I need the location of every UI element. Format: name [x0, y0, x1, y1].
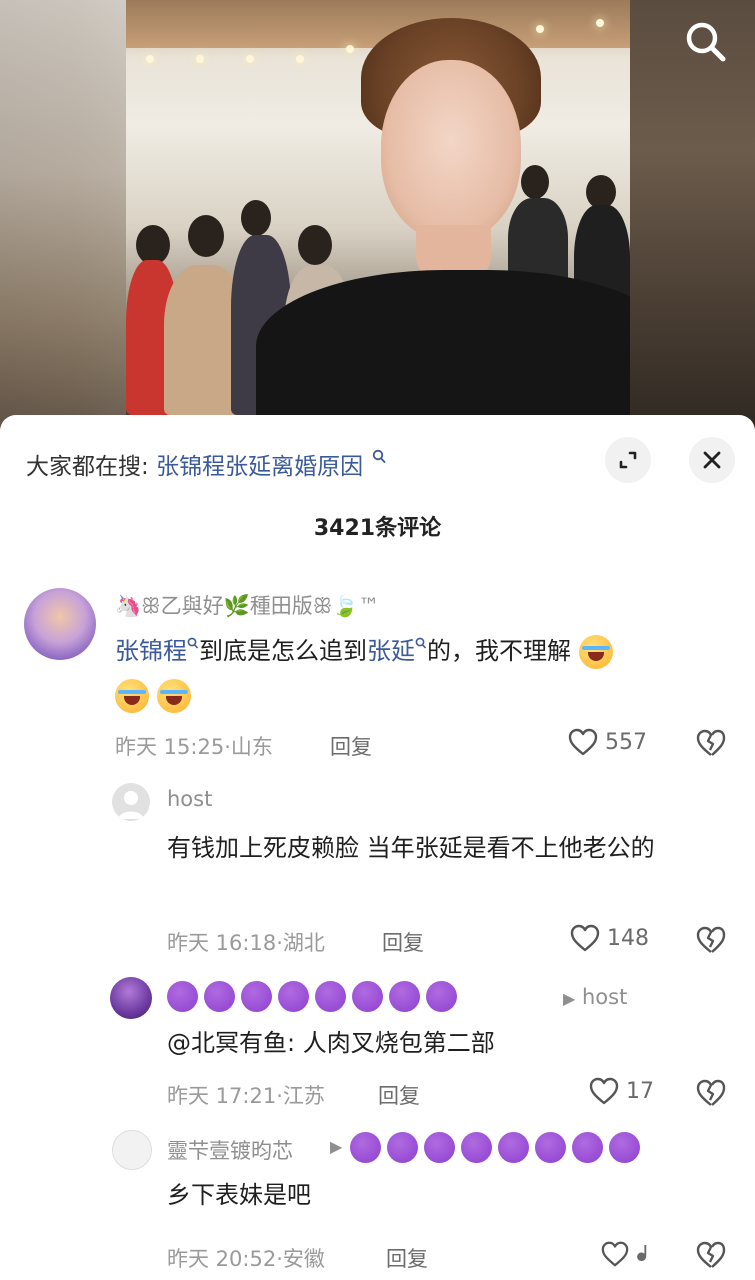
- reply-button[interactable]: 回复: [330, 731, 372, 761]
- reply-arrow-icon: ▶: [330, 1137, 343, 1156]
- search-icon: [373, 449, 386, 463]
- like-count: 557: [605, 729, 647, 755]
- comment-meta: 昨天 15:25·山东: [115, 735, 273, 759]
- heart-icon: [570, 924, 600, 952]
- avatar[interactable]: [112, 1130, 152, 1170]
- heart-icon: [568, 728, 598, 756]
- comment-item: 🦄ꕥ乙與好🌿種田版ꕥ🍃™ 张锦程 到底是怎么追到张延 的，我不理解 昨天 15:25…: [0, 585, 755, 760]
- woman-face: [381, 60, 521, 240]
- comment-text: @北冥有鱼: 人肉叉烧包第二部: [167, 1029, 495, 1057]
- search-suggestion-term[interactable]: 张锦程张延离婚原因: [156, 454, 363, 480]
- close-icon: [703, 451, 721, 469]
- search-button[interactable]: [684, 20, 728, 64]
- broken-heart-icon: [696, 926, 726, 953]
- comment-meta: 昨天 16:18·湖北: [167, 931, 325, 955]
- broken-heart-icon: [696, 1079, 726, 1106]
- avatar[interactable]: [110, 977, 152, 1019]
- video-blur-left: [0, 0, 126, 430]
- comment-item: 靈芐壹镀昀芯 ▶ 乡下表妹是吧 昨天 20:52·安徽 回复 ᖱ: [0, 1127, 755, 1277]
- like-count: 148: [607, 925, 649, 951]
- like-button[interactable]: 557: [567, 727, 647, 757]
- comment-username[interactable]: 靈芐壹镀昀芯: [167, 1135, 293, 1165]
- comment-location: 安徽: [282, 1247, 325, 1271]
- comment-username-masked[interactable]: [167, 981, 463, 1012]
- comment-text-part: 的，我不理解: [427, 637, 571, 665]
- video-blur-right: [630, 0, 755, 430]
- search-suggestion-prefix: 大家都在搜:: [26, 454, 149, 480]
- comment-location: 湖北: [282, 931, 325, 955]
- comments-sheet: 大家都在搜: 张锦程张延离婚原因 3421条评论 🦄ꕥ乙與好🌿種田版ꕥ🍃™ 张锦…: [0, 415, 755, 1280]
- reply-button[interactable]: 回复: [378, 1080, 420, 1110]
- reply-target[interactable]: ▶ host: [563, 985, 627, 1009]
- search-icon: [686, 22, 726, 62]
- search-suggestion[interactable]: 大家都在搜: 张锦程张延离婚原因: [26, 447, 386, 481]
- broken-heart-icon: [696, 729, 726, 756]
- dislike-button[interactable]: [695, 728, 727, 762]
- comment-text: 有钱加上死皮赖脸 当年张延是看不上他老公的: [167, 834, 655, 862]
- search-icon: [415, 637, 427, 649]
- like-count: 17: [626, 1078, 654, 1104]
- comment-time: 昨天 16:18: [167, 931, 277, 955]
- expand-icon: [619, 451, 637, 469]
- default-avatar-icon: [118, 791, 144, 819]
- dislike-button[interactable]: [695, 1240, 727, 1274]
- comment-tag-link[interactable]: 张锦程: [115, 637, 187, 665]
- comment-time: 昨天 20:52: [167, 1247, 277, 1271]
- comment-count: 3421条评论: [313, 516, 442, 541]
- video-player[interactable]: [0, 0, 755, 430]
- crying-laughing-emoji: [115, 679, 149, 713]
- like-count: ᖱ: [636, 1241, 648, 1267]
- comment-time: 昨天 15:25: [115, 735, 225, 759]
- dislike-button[interactable]: [695, 1078, 727, 1112]
- reply-target-name[interactable]: host: [582, 985, 627, 1009]
- like-button[interactable]: ᖱ: [600, 1240, 647, 1268]
- comment-text: 张锦程 到底是怎么追到张延 的，我不理解: [115, 629, 715, 717]
- dislike-button[interactable]: [695, 925, 727, 959]
- heart-icon: [601, 1241, 629, 1267]
- expand-button[interactable]: [605, 437, 651, 483]
- like-button[interactable]: 17: [588, 1076, 654, 1106]
- comment-item: host 有钱加上死皮赖脸 当年张延是看不上他老公的 昨天 16:18·湖北 回…: [0, 780, 755, 960]
- comment-username[interactable]: host: [167, 787, 212, 811]
- comment-meta: 昨天 20:52·安徽: [167, 1247, 325, 1271]
- video-ceiling: [126, 0, 630, 48]
- comment-time: 昨天 17:21: [167, 1084, 277, 1108]
- reply-target-masked[interactable]: ▶: [330, 1132, 646, 1163]
- avatar[interactable]: [24, 588, 96, 660]
- comment-item: ▶ host @北冥有鱼: 人肉叉烧包第二部 昨天 17:21·江苏 回复 17: [0, 977, 755, 1117]
- broken-heart-icon: [696, 1241, 726, 1268]
- video-frame: [126, 0, 630, 415]
- comment-meta: 昨天 17:21·江苏: [167, 1084, 325, 1108]
- like-button[interactable]: 148: [569, 923, 649, 953]
- search-icon: [187, 637, 199, 649]
- heart-icon: [589, 1077, 619, 1105]
- comment-username[interactable]: 🦄ꕥ乙與好🌿種田版ꕥ🍃™: [115, 590, 379, 620]
- crying-laughing-emoji: [156, 679, 191, 713]
- avatar[interactable]: [112, 783, 150, 821]
- comment-location: 江苏: [282, 1084, 325, 1108]
- comment-tag-link[interactable]: 张延: [367, 637, 415, 665]
- reply-button[interactable]: 回复: [382, 927, 424, 957]
- crying-laughing-emoji: [578, 635, 613, 669]
- reply-arrow-icon: ▶: [563, 989, 576, 1008]
- comment-text: 乡下表妹是吧: [167, 1181, 311, 1209]
- close-button[interactable]: [689, 437, 735, 483]
- comment-location: 山东: [230, 735, 273, 759]
- woman-shirt: [256, 270, 630, 415]
- reply-button[interactable]: 回复: [386, 1243, 428, 1273]
- comment-text-part: 到底是怎么追到: [199, 637, 367, 665]
